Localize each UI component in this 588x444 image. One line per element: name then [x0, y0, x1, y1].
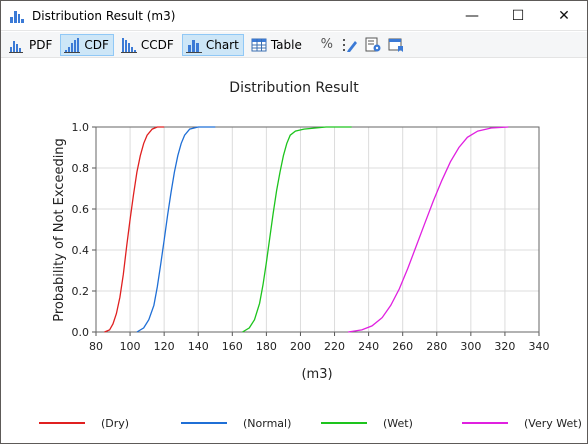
- x-tick-label: 100: [120, 340, 141, 353]
- maximize-icon: ☐: [511, 7, 525, 24]
- x-tick-label: 200: [290, 340, 311, 353]
- pdf-chart-icon: [9, 40, 23, 53]
- x-tick-label: 300: [460, 340, 481, 353]
- y-tick-label: 0.4: [72, 244, 90, 257]
- chart-view-label: Chart: [205, 37, 239, 52]
- x-tick-label: 260: [392, 340, 413, 353]
- chart-view-icon: [185, 39, 202, 53]
- close-button[interactable]: ✕: [541, 1, 587, 31]
- y-tick-label: 0.8: [72, 162, 90, 175]
- x-axis-label: (m3): [301, 367, 332, 382]
- plot-frame: [95, 126, 540, 333]
- x-tick-label: 320: [494, 340, 515, 353]
- table-view-label: Table: [270, 37, 302, 52]
- series-lines: [104, 126, 509, 333]
- x-tick-label: 240: [358, 340, 379, 353]
- minimize-icon: —: [465, 7, 479, 24]
- series-line-2: [242, 126, 352, 333]
- window-title: Distribution Result (m3): [32, 8, 176, 23]
- maximize-button[interactable]: ☐: [495, 1, 541, 31]
- x-tick-label: 160: [222, 340, 243, 353]
- x-tick-label: 280: [426, 340, 447, 353]
- legend-label-3: (Very Wet): [524, 417, 582, 430]
- pdf-label: PDF: [29, 37, 53, 52]
- x-tick-label: 220: [324, 340, 345, 353]
- x-tick-label: 180: [256, 340, 277, 353]
- percent-button[interactable]: %: [316, 34, 338, 56]
- table-view-button[interactable]: Table: [247, 34, 307, 56]
- axes: 80 100 120 140 160 180 200 220 240 260 280 300 320 34…: [72, 121, 550, 353]
- close-icon: ✕: [558, 7, 570, 24]
- cdf-label: CDF: [84, 37, 109, 52]
- percent-icon: %: [320, 37, 334, 52]
- chart-area: Distribution Result 80 100 120 140 160 180 200…: [1, 59, 587, 443]
- x-tick-label: 80: [89, 340, 103, 353]
- export-window-icon: [388, 38, 403, 52]
- y-tick-label: 1.0: [72, 121, 90, 134]
- cdf-button[interactable]: CDF: [60, 33, 114, 56]
- cdf-chart-icon: [64, 37, 81, 53]
- legend-label-1: (Normal): [243, 417, 291, 430]
- legend-label-2: (Wet): [383, 417, 413, 430]
- ccdf-button[interactable]: CCDF: [117, 34, 179, 56]
- ccdf-label: CCDF: [140, 37, 174, 52]
- pdf-button[interactable]: PDF: [5, 34, 57, 56]
- table-icon: [251, 38, 267, 51]
- x-tick-label: 340: [529, 340, 550, 353]
- distribution-chart-icon: [10, 9, 24, 23]
- distribution-chart: Distribution Result 80 100 120 140 160 180 200…: [39, 80, 582, 430]
- y-tick-label: 0.6: [72, 203, 90, 216]
- minimize-button[interactable]: —: [449, 1, 495, 31]
- export-button[interactable]: [385, 34, 407, 56]
- x-tick-label: 120: [154, 340, 175, 353]
- ccdf-chart-icon: [120, 37, 137, 53]
- x-tick-label: 140: [188, 340, 209, 353]
- properties-edit-icon: [342, 38, 357, 52]
- series-line-3: [348, 126, 509, 333]
- y-tick-label: 0.0: [72, 326, 90, 339]
- chart-title: Distribution Result: [229, 80, 359, 96]
- series-line-1: [136, 126, 216, 333]
- info-settings-button[interactable]: [362, 34, 384, 56]
- distribution-result-window: Distribution Result (m3) — ☐ ✕ PDF CDF C…: [0, 0, 588, 444]
- info-settings-icon: [365, 37, 381, 51]
- chart-view-button[interactable]: Chart: [181, 33, 244, 56]
- y-tick-label: 0.2: [72, 285, 90, 298]
- y-axis-label: Probability of Not Exceeding: [52, 138, 67, 322]
- title-bar[interactable]: Distribution Result (m3) — ☐ ✕: [1, 1, 587, 31]
- legend-label-0: (Dry): [101, 417, 129, 430]
- legend: (Dry) (Normal) (Wet) (Very Wet): [39, 417, 582, 430]
- toolbar: PDF CDF CCDF Chart Table %: [1, 32, 587, 58]
- grid-lines: [96, 127, 539, 332]
- properties-button[interactable]: [339, 34, 361, 56]
